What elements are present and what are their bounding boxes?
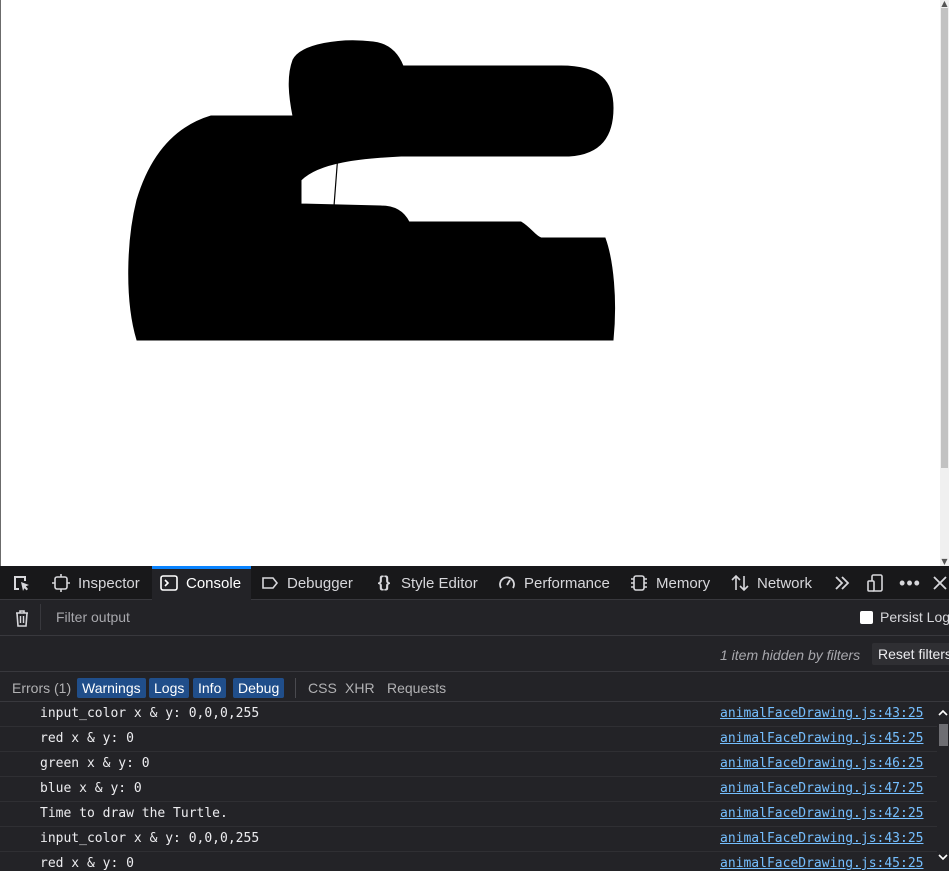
tab-console-label: Console <box>186 574 242 592</box>
clear-console-button[interactable] <box>12 608 32 633</box>
devtools-panel: Inspector Console Debugger {} Style Edit… <box>0 566 949 871</box>
console-output: input_color x & y: 0,0,0,255 animalFaceD… <box>0 702 937 871</box>
reset-filters-button[interactable]: Reset filters <box>872 643 949 665</box>
console-message-source-link[interactable]: animalFaceDrawing.js:47:25 <box>720 781 924 796</box>
console-message-row: red x & y: 0 animalFaceDrawing.js:45:25 <box>0 727 937 752</box>
scroll-up-arrow-icon[interactable] <box>938 708 948 718</box>
console-icon <box>160 574 178 592</box>
turtle-drawing-canvas <box>128 40 616 341</box>
console-message-source-link[interactable]: animalFaceDrawing.js:43:25 <box>720 831 924 846</box>
network-icon <box>731 574 749 592</box>
console-filter-bar: Filter output Persist Logs <box>0 600 949 636</box>
tab-inspector-label: Inspector <box>78 574 140 592</box>
filter-requests[interactable]: Requests <box>382 678 451 698</box>
console-message-source-link[interactable]: animalFaceDrawing.js:45:25 <box>720 856 924 871</box>
console-message-row: red x & y: 0 animalFaceDrawing.js:45:25 <box>0 852 937 871</box>
debugger-icon <box>261 574 279 592</box>
performance-icon <box>498 574 516 592</box>
filter-css[interactable]: CSS <box>303 678 342 698</box>
tab-network[interactable]: Network <box>731 566 812 600</box>
console-message-text: red x & y: 0 <box>40 856 134 871</box>
console-message-row: green x & y: 0 animalFaceDrawing.js:46:2… <box>0 752 937 777</box>
tab-memory-label: Memory <box>656 574 711 592</box>
devtools-menu-button[interactable]: ••• <box>896 566 924 600</box>
tab-performance[interactable]: Performance <box>498 566 610 600</box>
hidden-items-notice: 1 item hidden by filters <box>720 647 861 663</box>
console-message-text: blue x & y: 0 <box>40 781 142 796</box>
close-devtools-button[interactable] <box>930 566 949 600</box>
page-scrollbar-thumb[interactable] <box>941 8 948 468</box>
console-message-row: input_color x & y: 0,0,0,255 animalFaceD… <box>0 827 937 852</box>
page-scrollbar[interactable]: ▲ ▼ <box>940 0 949 566</box>
console-scrollbar-thumb[interactable] <box>939 724 948 746</box>
tab-style-editor-label: Style Editor <box>401 574 478 592</box>
persist-logs-checkbox[interactable] <box>860 610 873 624</box>
console-message-text: input_color x & y: 0,0,0,255 <box>40 706 260 721</box>
devtools-toolbar: Inspector Console Debugger {} Style Edit… <box>0 566 949 600</box>
element-picker-button[interactable] <box>6 566 36 600</box>
element-picker-icon <box>14 576 29 591</box>
filter-logs[interactable]: Logs <box>149 678 190 698</box>
filter-status-bar: 1 item hidden by filters Reset filters <box>0 636 949 672</box>
tab-debugger[interactable]: Debugger <box>261 566 353 600</box>
tab-inspector[interactable]: Inspector <box>52 566 140 600</box>
more-options-icon: ••• <box>899 572 921 593</box>
console-message-source-link[interactable]: animalFaceDrawing.js:45:25 <box>720 731 924 746</box>
console-message-text: input_color x & y: 0,0,0,255 <box>40 831 260 846</box>
console-scrollbar[interactable] <box>937 702 949 871</box>
tab-style-editor[interactable]: {} Style Editor <box>375 566 478 600</box>
log-level-filters: Errors (1) Warnings Logs Info Debug CSS … <box>0 672 949 702</box>
inspector-icon <box>52 574 70 592</box>
console-message-text: green x & y: 0 <box>40 756 150 771</box>
responsive-design-icon <box>867 574 883 592</box>
trash-icon <box>16 610 28 627</box>
console-message-row: Time to draw the Turtle. animalFaceDrawi… <box>0 802 937 827</box>
tab-console[interactable]: Console <box>152 566 251 600</box>
filter-warnings[interactable]: Warnings <box>77 678 146 698</box>
filter-info[interactable]: Info <box>193 678 227 698</box>
tab-debugger-label: Debugger <box>287 574 353 592</box>
console-message-text: Time to draw the Turtle. <box>40 806 228 821</box>
scroll-up-arrow-icon[interactable]: ▲ <box>940 0 949 8</box>
more-tabs-button[interactable] <box>829 566 855 600</box>
memory-icon <box>630 574 648 592</box>
filter-output-input[interactable]: Filter output <box>56 609 130 625</box>
persist-logs-toggle[interactable]: Persist Logs <box>860 609 949 625</box>
style-editor-icon: {} <box>377 574 391 591</box>
tab-performance-label: Performance <box>524 574 610 592</box>
scroll-down-arrow-icon[interactable] <box>938 852 948 862</box>
console-message-source-link[interactable]: animalFaceDrawing.js:42:25 <box>720 806 924 821</box>
level-filter-separator <box>295 678 296 698</box>
persist-logs-label: Persist Logs <box>880 609 949 625</box>
filter-errors[interactable]: Errors (1) <box>7 678 76 698</box>
filter-debug[interactable]: Debug <box>233 678 285 698</box>
console-message-row: input_color x & y: 0,0,0,255 animalFaceD… <box>0 702 937 727</box>
page-viewport: ▲ ▼ <box>0 0 949 566</box>
console-message-text: red x & y: 0 <box>40 731 134 746</box>
console-message-row: blue x & y: 0 animalFaceDrawing.js:47:25 <box>0 777 937 802</box>
filter-xhr[interactable]: XHR <box>340 678 380 698</box>
scroll-down-arrow-icon[interactable]: ▼ <box>940 558 949 566</box>
console-message-source-link[interactable]: animalFaceDrawing.js:43:25 <box>720 706 924 721</box>
console-message-source-link[interactable]: animalFaceDrawing.js:46:25 <box>720 756 924 771</box>
filter-separator <box>40 604 41 630</box>
tab-memory[interactable]: Memory <box>630 566 710 600</box>
tab-network-label: Network <box>757 574 813 592</box>
double-chevron-right-icon <box>835 576 850 590</box>
close-icon <box>933 576 947 590</box>
responsive-design-button[interactable] <box>862 566 890 600</box>
